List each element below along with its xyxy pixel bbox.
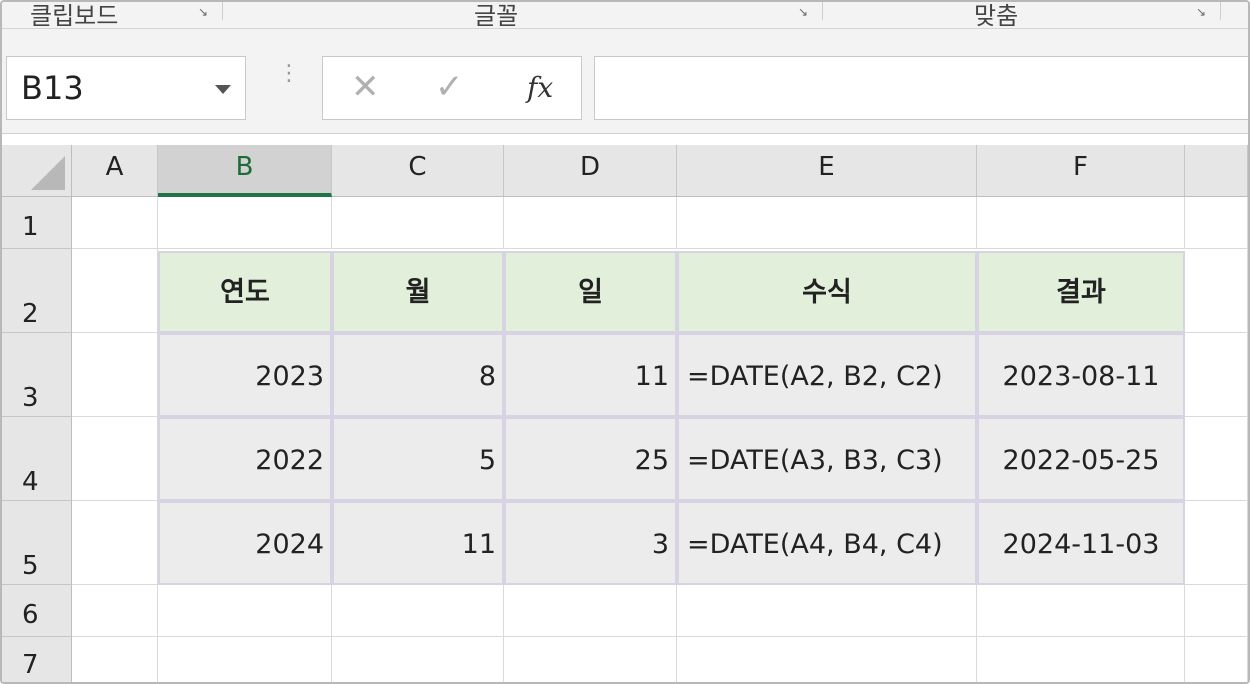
cell-e1[interactable] [677,197,977,249]
cell-a2[interactable] [72,249,158,333]
name-box[interactable]: B13 [6,56,246,120]
column-header-d[interactable]: D [504,145,677,197]
column-header-g[interactable] [1185,145,1248,197]
cell-c6[interactable] [332,585,504,637]
cell-b1[interactable] [158,197,332,249]
row-header-6[interactable]: 6 [2,585,72,637]
column-header-a[interactable]: A [72,145,158,197]
cell-d1[interactable] [504,197,677,249]
table-header-result[interactable]: 결과 [977,251,1185,333]
table-header-day[interactable]: 일 [504,251,677,333]
table-cell-day[interactable]: 3 [504,501,677,585]
cell-c1[interactable] [332,197,504,249]
table-cell-year[interactable]: 2024 [158,501,332,585]
clipboard-launcher-icon[interactable]: ↘ [198,5,212,19]
cell-g5[interactable] [1185,501,1248,585]
drag-handle-icon[interactable]: ⋮ [278,63,300,85]
ribbon-separator [222,2,223,20]
cell-a4[interactable] [72,417,158,501]
cell-a5[interactable] [72,501,158,585]
row-header-3[interactable]: 3 [2,333,72,417]
table-cell-month[interactable]: 5 [332,417,504,501]
excel-window: 클립보드 ↘ 글꼴 ↘ 맞춤 ↘ B13 ⋮ ✕ ✓ fx A B C D E [0,0,1250,684]
table-header-month[interactable]: 월 [332,251,504,333]
table-header-formula[interactable]: 수식 [677,251,977,333]
cell-g1[interactable] [1185,197,1248,249]
cell-e7[interactable] [677,637,977,682]
row-header-4[interactable]: 4 [2,417,72,501]
cell-a3[interactable] [72,333,158,417]
cell-b6[interactable] [158,585,332,637]
formula-input[interactable] [594,56,1248,120]
ribbon-group-font: 글꼴 [474,2,519,30]
table-header-year[interactable]: 연도 [158,251,332,333]
chevron-down-icon[interactable] [215,85,231,94]
ribbon-separator [1220,2,1221,20]
cell-g7[interactable] [1185,637,1248,682]
column-header-e[interactable]: E [677,145,977,197]
ribbon-strip: 클립보드 ↘ 글꼴 ↘ 맞춤 ↘ [2,2,1248,30]
select-all-icon [31,156,65,190]
name-box-value: B13 [21,69,84,107]
cell-d6[interactable] [504,585,677,637]
check-icon[interactable]: ✓ [435,67,464,107]
ribbon-group-clipboard: 클립보드 [30,2,119,30]
table-cell-result[interactable]: 2023-08-11 [977,333,1185,417]
row-header-2[interactable]: 2 [2,249,72,333]
table-cell-month[interactable]: 11 [332,501,504,585]
cell-e6[interactable] [677,585,977,637]
formula-buttons: ✕ ✓ fx [322,56,582,120]
cell-f1[interactable] [977,197,1185,249]
table-cell-day[interactable]: 25 [504,417,677,501]
table-cell-formula[interactable]: =DATE(A2, B2, C2) [677,333,977,417]
table-cell-day[interactable]: 11 [504,333,677,417]
cell-a7[interactable] [72,637,158,682]
cell-g4[interactable] [1185,417,1248,501]
cell-d7[interactable] [504,637,677,682]
cell-g3[interactable] [1185,333,1248,417]
table-cell-formula[interactable]: =DATE(A4, B4, C4) [677,501,977,585]
table-cell-year[interactable]: 2023 [158,333,332,417]
cell-c7[interactable] [332,637,504,682]
table-cell-formula[interactable]: =DATE(A3, B3, C3) [677,417,977,501]
row-header-7[interactable]: 7 [2,637,72,682]
table-cell-year[interactable]: 2022 [158,417,332,501]
cell-f6[interactable] [977,585,1185,637]
column-header-b[interactable]: B [158,145,332,197]
select-all-corner[interactable] [2,145,72,197]
cell-f7[interactable] [977,637,1185,682]
table-cell-result[interactable]: 2022-05-25 [977,417,1185,501]
table-cell-month[interactable]: 8 [332,333,504,417]
cancel-icon[interactable]: ✕ [351,67,380,107]
row-header-5[interactable]: 5 [2,501,72,585]
insert-function-icon[interactable]: fx [527,71,553,104]
cell-a6[interactable] [72,585,158,637]
cell-b7[interactable] [158,637,332,682]
cell-g2[interactable] [1185,249,1248,333]
ribbon-separator [822,2,823,20]
cell-g6[interactable] [1185,585,1248,637]
font-launcher-icon[interactable]: ↘ [798,5,812,19]
column-header-f[interactable]: F [977,145,1185,197]
table-cell-result[interactable]: 2024-11-03 [977,501,1185,585]
ribbon-group-alignment: 맞춤 [974,2,1019,30]
cell-a1[interactable] [72,197,158,249]
alignment-launcher-icon[interactable]: ↘ [1196,5,1210,19]
column-header-c[interactable]: C [332,145,504,197]
formula-bar-area: B13 ⋮ ✕ ✓ fx [2,29,1248,134]
row-header-1[interactable]: 1 [2,197,72,249]
